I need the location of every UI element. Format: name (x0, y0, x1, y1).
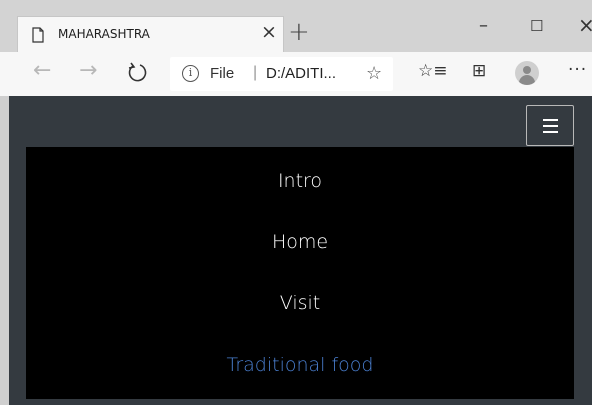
add-favorite-icon[interactable]: ☆ (366, 63, 382, 84)
menu-item-home[interactable]: Home (26, 231, 574, 253)
menu-item-traditional-food[interactable]: Traditional food (26, 354, 574, 376)
url-text[interactable]: D:/ADITI... (266, 65, 336, 82)
profile-avatar[interactable] (515, 61, 539, 85)
nav-menu: Intro Home Visit Traditional food (26, 147, 574, 399)
navigation-bar: ← → i File | D:/ADITI... ☆ ☆≡ ⊞ ··· (0, 52, 592, 96)
hamburger-bar (543, 131, 558, 133)
site-navbar: Intro Home Visit Traditional food (9, 96, 592, 405)
avatar-head (523, 66, 531, 74)
more-icon[interactable]: ··· (568, 60, 587, 80)
refresh-icon[interactable] (127, 61, 149, 83)
avatar-body (519, 75, 535, 85)
collections-icon[interactable]: ⊞ (472, 63, 486, 80)
menu-item-intro[interactable]: Intro (26, 170, 574, 192)
window-close-icon[interactable]: × (578, 15, 592, 35)
forward-icon[interactable]: → (79, 60, 97, 82)
hamburger-icon[interactable] (526, 105, 574, 146)
new-tab-icon[interactable]: + (288, 19, 310, 45)
tab-strip: MAHARASHTRA × + – ☐ × (0, 0, 592, 52)
maximize-icon[interactable]: ☐ (530, 19, 543, 34)
viewport-edge (0, 96, 9, 405)
page-icon (32, 27, 44, 43)
hamburger-bar (543, 125, 558, 127)
tab-close-icon[interactable]: × (261, 23, 277, 42)
browser-tab[interactable]: MAHARASHTRA × (17, 16, 284, 52)
address-bar[interactable]: i File | D:/ADITI... ☆ (170, 57, 393, 91)
hamburger-bar (543, 119, 558, 121)
back-icon[interactable]: ← (33, 60, 51, 82)
scheme-label: File (210, 65, 235, 82)
favorites-icon[interactable]: ☆≡ (418, 63, 447, 80)
info-icon[interactable]: i (182, 65, 199, 82)
minimize-icon[interactable]: – (479, 17, 488, 35)
address-separator: | (253, 64, 258, 81)
tab-title: MAHARASHTRA (58, 27, 150, 41)
menu-item-visit[interactable]: Visit (26, 292, 574, 314)
